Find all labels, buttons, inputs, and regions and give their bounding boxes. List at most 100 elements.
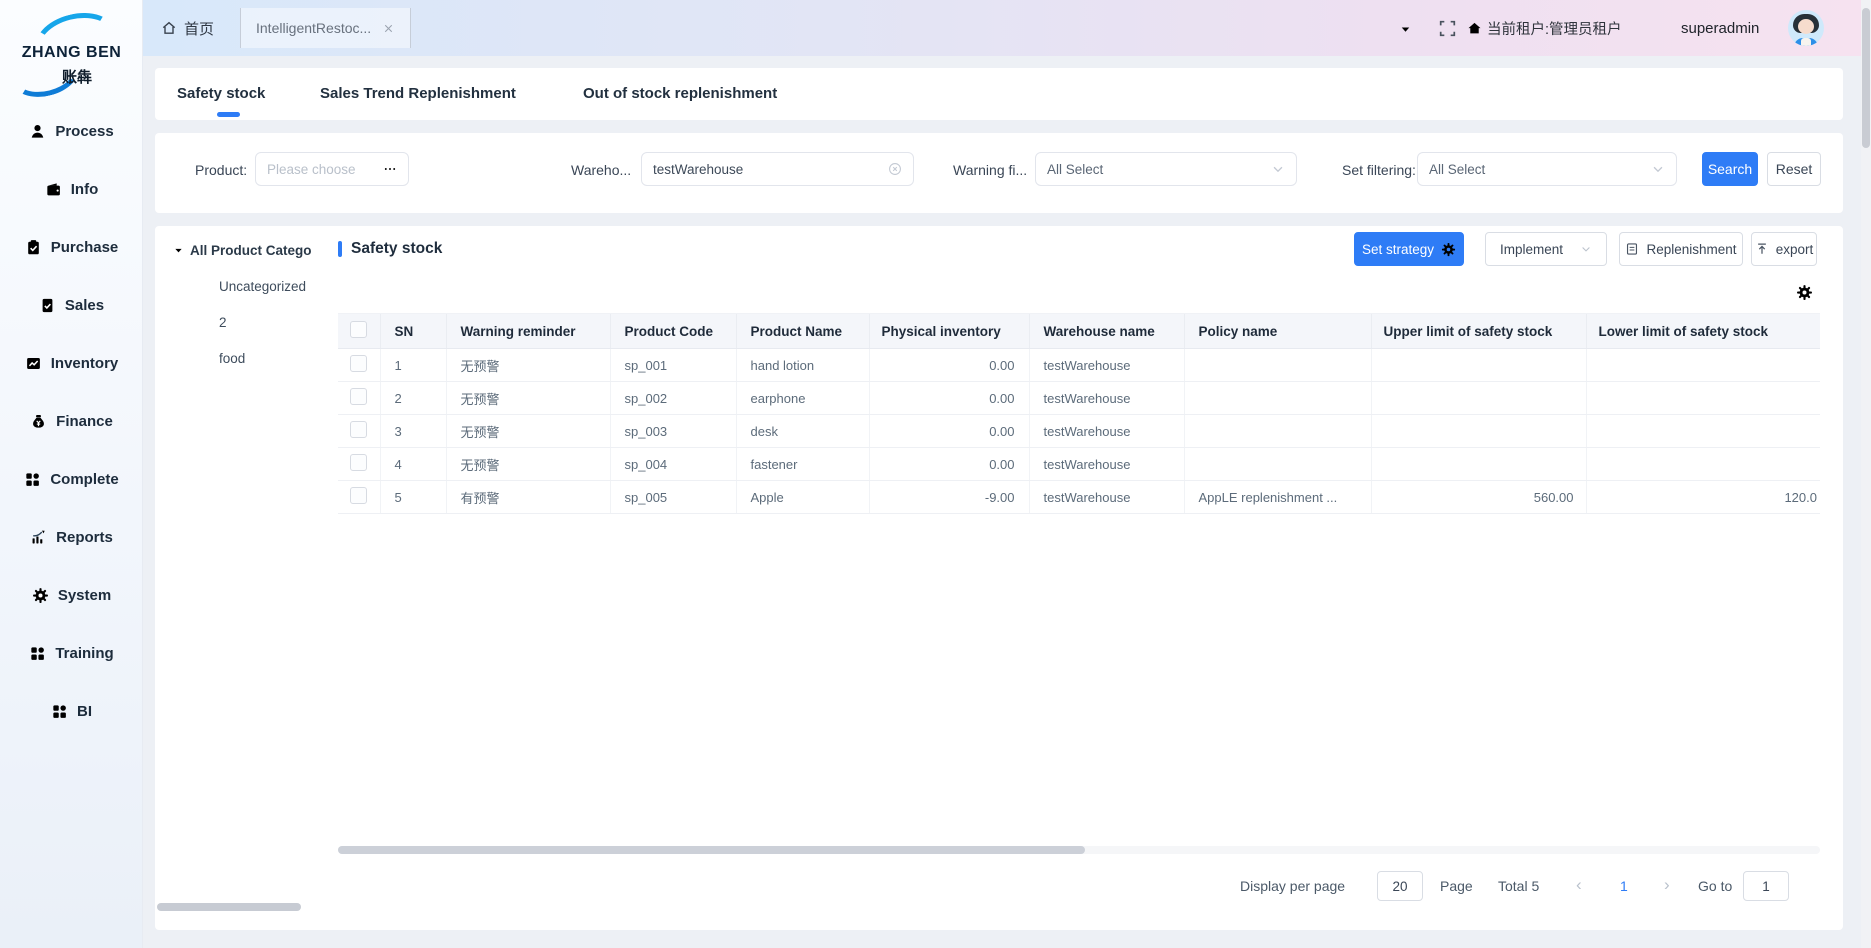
title-accent-bar — [338, 241, 342, 257]
username[interactable]: superadmin — [1681, 0, 1759, 56]
cell-code: sp_004 — [610, 448, 736, 481]
goto-page-label: Go to — [1698, 878, 1732, 894]
tree-root-all-product-categories[interactable]: All Product Catego — [173, 236, 312, 264]
row-checkbox[interactable] — [350, 355, 367, 372]
row-checkbox[interactable] — [350, 421, 367, 438]
avatar-shirt — [1801, 38, 1811, 46]
implement-dropdown[interactable]: Implement — [1485, 232, 1607, 266]
user-icon — [29, 123, 46, 140]
cell-physical: 0.00 — [869, 349, 1029, 382]
page-horizontal-scrollbar-thumb[interactable] — [157, 903, 301, 911]
row-checkbox[interactable] — [350, 388, 367, 405]
clear-icon[interactable] — [888, 162, 902, 176]
dropdown-caret-icon[interactable] — [1399, 23, 1412, 36]
column-header: Upper limit of safety stock — [1371, 314, 1586, 349]
cell-upper — [1371, 349, 1586, 382]
fullscreen-icon[interactable] — [1439, 20, 1456, 37]
topbar: 首页 IntelligentRestoc... 当前租户:管理员租户 super… — [143, 0, 1871, 56]
cell-sn: 2 — [380, 382, 446, 415]
replenishment-button[interactable]: Replenishment — [1619, 232, 1743, 266]
table-header-row: SN Warning reminder Product Code Product… — [338, 314, 1820, 349]
cell-lower — [1586, 415, 1820, 448]
sidebar-item-system[interactable]: System — [32, 580, 111, 610]
current-page-number[interactable]: 1 — [1620, 878, 1628, 894]
tree-root-label: All Product Catego — [190, 243, 312, 258]
cell-name: fastener — [736, 448, 869, 481]
tree-item-2[interactable]: 2 — [219, 308, 227, 336]
document-lines-icon — [1625, 242, 1639, 256]
bar-chart-icon — [30, 529, 47, 546]
table-row: 2 无预警 sp_002 earphone 0.00 testWarehouse — [338, 382, 1820, 415]
product-field[interactable]: Please choose — [255, 152, 409, 186]
column-header: Product Name — [736, 314, 869, 349]
set-filtering-value: All Select — [1429, 162, 1485, 177]
sidebar-nav: Process Info Purchase Sales Inventory Fi… — [0, 116, 143, 726]
brand-name-cn: 账犇 — [62, 66, 92, 87]
home-filled-icon — [1467, 21, 1482, 36]
set-filtering-select[interactable]: All Select — [1417, 152, 1677, 186]
avatar-face — [1798, 19, 1814, 34]
row-checkbox[interactable] — [350, 454, 367, 471]
grid-icon — [29, 645, 46, 662]
sidebar-item-reports[interactable]: Reports — [30, 522, 113, 552]
sidebar-item-sales[interactable]: Sales — [39, 290, 104, 320]
previous-page-arrow[interactable]: ‹ — [1576, 876, 1582, 894]
tab-out-of-stock-replenishment[interactable]: Out of stock replenishment — [583, 68, 777, 120]
page-vertical-scrollbar-thumb[interactable] — [1862, 8, 1870, 148]
export-button[interactable]: export — [1751, 232, 1817, 266]
tree-caret-icon[interactable] — [173, 245, 184, 256]
set-strategy-button[interactable]: Set strategy — [1354, 232, 1464, 266]
sidebar-item-complete[interactable]: Complete — [24, 464, 118, 494]
sidebar-item-label: Reports — [56, 529, 113, 546]
column-settings-gear-icon[interactable] — [1796, 284, 1813, 301]
sidebar-item-finance[interactable]: Finance — [30, 406, 113, 436]
brand-logo: ZHANG BEN 账犇 — [0, 10, 143, 102]
cell-policy — [1184, 382, 1371, 415]
close-icon[interactable] — [382, 22, 395, 35]
tree-item-food[interactable]: food — [219, 344, 245, 372]
cell-warning: 无预警 — [446, 448, 610, 481]
cell-lower — [1586, 349, 1820, 382]
sidebar-item-bi[interactable]: BI — [51, 696, 92, 726]
warehouse-field[interactable]: testWarehouse — [641, 152, 914, 186]
cell-policy — [1184, 448, 1371, 481]
row-checkbox[interactable] — [350, 487, 367, 504]
sidebar-item-label: Purchase — [51, 239, 119, 256]
sidebar-item-info[interactable]: Info — [45, 174, 99, 204]
filter-bar: Product: Please choose Wareho... testWar… — [155, 133, 1843, 213]
tab-sales-trend-replenishment[interactable]: Sales Trend Replenishment — [320, 68, 516, 120]
active-tab-indicator — [217, 112, 240, 117]
cell-policy — [1184, 349, 1371, 382]
page-size-input[interactable] — [1377, 871, 1423, 901]
tree-item-uncategorized[interactable]: Uncategorized — [219, 272, 306, 300]
sidebar-item-process[interactable]: Process — [29, 116, 113, 146]
app-window: ZHANG BEN 账犇 Process Info Purchase Sales… — [0, 0, 1871, 948]
cell-physical: 0.00 — [869, 448, 1029, 481]
cell-physical: -9.00 — [869, 481, 1029, 514]
sidebar-item-purchase[interactable]: Purchase — [25, 232, 119, 262]
column-header: SN — [380, 314, 446, 349]
column-header: Lower limit of safety stock — [1586, 314, 1820, 349]
cell-sn: 5 — [380, 481, 446, 514]
cell-code: sp_003 — [610, 415, 736, 448]
cell-warehouse: testWarehouse — [1029, 349, 1184, 382]
sidebar-item-inventory[interactable]: Inventory — [25, 348, 119, 378]
warning-filter-select[interactable]: All Select — [1035, 152, 1297, 186]
column-header: Policy name — [1184, 314, 1371, 349]
table-horizontal-scrollbar-thumb[interactable] — [338, 846, 1085, 854]
cell-warning: 无预警 — [446, 349, 610, 382]
cell-name: earphone — [736, 382, 869, 415]
next-page-arrow[interactable]: › — [1664, 876, 1670, 894]
implement-label: Implement — [1500, 242, 1563, 257]
page-tab-label: IntelligentRestoc... — [256, 20, 371, 36]
page-tab[interactable]: IntelligentRestoc... — [240, 8, 411, 48]
reset-button[interactable]: Reset — [1767, 152, 1821, 186]
goto-page-input[interactable] — [1743, 871, 1789, 901]
avatar[interactable] — [1788, 10, 1824, 46]
cell-upper — [1371, 415, 1586, 448]
search-button[interactable]: Search — [1702, 152, 1758, 186]
sidebar-item-training[interactable]: Training — [29, 638, 113, 668]
breadcrumb-home[interactable]: 首页 — [161, 0, 214, 56]
select-all-checkbox[interactable] — [350, 321, 367, 338]
cell-sn: 3 — [380, 415, 446, 448]
